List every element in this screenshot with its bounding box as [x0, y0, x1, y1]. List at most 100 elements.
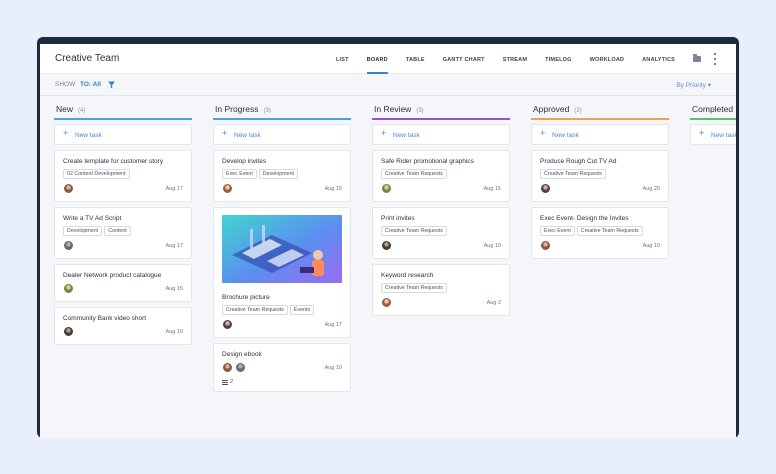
column-color-bar	[531, 118, 669, 120]
task-card[interactable]: Exec Event- Design the Invites Exec Event…	[531, 207, 669, 259]
card-footer: Aug 10	[381, 240, 501, 252]
tag[interactable]: Creative Team Requests	[381, 226, 447, 236]
tag[interactable]: Events	[289, 305, 315, 315]
tab-timelog[interactable]: TIMELOG	[545, 44, 571, 74]
due-date: Aug 15	[483, 186, 501, 192]
plus-icon: +	[699, 128, 705, 138]
avatar	[222, 183, 233, 194]
column-title-text: Completed	[692, 104, 734, 114]
new-task-button[interactable]: + New task	[531, 124, 669, 145]
task-card[interactable]: Safe Rider promotional graphics Creative …	[372, 150, 510, 202]
tag-list: Creative Team Requests	[381, 226, 501, 236]
tag[interactable]: Exec Event	[222, 169, 257, 179]
avatar	[381, 240, 392, 251]
tab-list[interactable]: LIST	[336, 44, 349, 74]
tab-analytics[interactable]: ANALYTICS	[642, 44, 675, 74]
due-date: Aug 15	[165, 286, 183, 292]
tab-workload[interactable]: WORKLOAD	[590, 44, 625, 74]
card-footer: Aug 20	[540, 183, 660, 195]
new-task-label: New task	[711, 132, 736, 139]
avatar	[63, 240, 74, 251]
tab-table[interactable]: TABLE	[406, 44, 425, 74]
column-color-bar	[690, 118, 736, 120]
new-task-button[interactable]: + New task	[372, 124, 510, 145]
tag[interactable]: Creative Team Requests	[222, 305, 288, 315]
column-color-bar	[213, 118, 351, 120]
show-label: SHOW	[55, 81, 76, 88]
subtask-count-value: 2	[230, 379, 234, 385]
column-title-text: In Progress	[215, 104, 259, 114]
avatar	[540, 183, 551, 194]
tab-gantt-chart[interactable]: GANTT CHART	[443, 44, 485, 74]
new-task-button[interactable]: + New task	[213, 124, 351, 145]
tab-stream[interactable]: STREAM	[503, 44, 527, 74]
subtask-list-icon	[222, 379, 228, 385]
top-bar: Creative Team LIST BOARD TABLE GANTT CHA…	[40, 44, 736, 74]
sort-dropdown[interactable]: By Priority ▾	[676, 81, 711, 89]
column-header: Approved (2)	[531, 96, 669, 120]
tag[interactable]: Creative Team Requests	[540, 169, 606, 179]
task-card[interactable]: Print invites Creative Team Requests Aug 1…	[372, 207, 510, 259]
view-tabs: LIST BOARD TABLE GANTT CHART STREAM TIME…	[336, 44, 736, 74]
card-footer: Aug 2	[381, 297, 501, 309]
tag-list: Creative Team Requests	[381, 169, 501, 179]
tag[interactable]: Development	[258, 169, 299, 179]
card-cover-image	[222, 215, 342, 283]
card-title: Write a TV Ad Script	[63, 215, 122, 222]
due-date: Aug 10	[642, 243, 660, 249]
filter-funnel-icon[interactable]	[108, 81, 115, 89]
avatar	[63, 326, 74, 337]
new-task-label: New task	[393, 132, 420, 139]
card-title: Dealer Network product catalogue	[63, 272, 162, 279]
card-footer: Aug 10	[63, 326, 183, 338]
new-task-button[interactable]: + New task	[54, 124, 192, 145]
card-title: Create template for customer story	[63, 158, 164, 165]
card-title: Develop invites	[222, 158, 267, 165]
column-header: In Progress (3)	[213, 96, 351, 120]
tag[interactable]: Exec Event	[540, 226, 575, 236]
card-footer: Aug 10	[222, 362, 342, 374]
task-card[interactable]: Create template for customer story 02 Con…	[54, 150, 192, 202]
tag[interactable]: 02 Content Development	[63, 169, 130, 179]
tag[interactable]: Development	[63, 226, 103, 236]
tag[interactable]: Creative Team Requests	[381, 283, 447, 293]
new-task-button[interactable]: + New task	[690, 124, 736, 145]
project-title: Creative Team	[55, 53, 120, 64]
card-title: Safe Rider promotional graphics	[381, 158, 474, 165]
avatar	[222, 362, 233, 373]
card-footer: Aug 17	[63, 183, 183, 195]
column-title-text: In Review	[374, 104, 412, 114]
board-column: Approved (2) + New task Produce Rough Cut TV…	[531, 96, 669, 259]
column-title: In Progress (3)	[215, 104, 271, 114]
task-card[interactable]: Design ebook Aug 10 2	[213, 343, 351, 392]
subtask-count[interactable]: 2	[222, 379, 342, 385]
task-card[interactable]: Produce Rough Cut TV Ad Creative Team Req…	[531, 150, 669, 202]
board-column: In Progress (3) + New task Develop invites Ex…	[213, 96, 351, 392]
tag[interactable]: Creative Team Requests	[576, 226, 643, 236]
show-filter-value[interactable]: TO: All	[80, 81, 101, 88]
card-footer: Aug 15	[63, 283, 183, 295]
more-options-icon[interactable]	[713, 53, 716, 65]
column-title-text: New	[56, 104, 74, 114]
task-card[interactable]: Write a TV Ad Script Development Content Au…	[54, 207, 192, 259]
tag[interactable]: Creative Team Requests	[381, 169, 447, 179]
tab-board[interactable]: BOARD	[366, 44, 388, 74]
column-header: Completed	[690, 96, 736, 120]
column-title: New (4)	[56, 104, 85, 114]
board-column: Completed + New task	[690, 96, 736, 145]
column-count: (2)	[574, 108, 582, 114]
tag-list: Exec Event Development	[222, 169, 342, 179]
task-card[interactable]: Keyword research Creative Team Requests Au…	[372, 264, 510, 316]
folder-icon[interactable]	[693, 54, 701, 62]
due-date: Aug 17	[324, 322, 342, 328]
task-card[interactable]: Dealer Network product catalogue Aug 15	[54, 264, 192, 302]
column-header: New (4)	[54, 96, 192, 120]
task-card[interactable]: Brochure picture Creative Team Requests Ev…	[213, 207, 351, 338]
tag-list: Creative Team Requests	[381, 283, 501, 293]
card-title: Community Bank video short	[63, 315, 147, 322]
task-card[interactable]: Community Bank video short Aug 10	[54, 307, 192, 345]
column-title: Approved (2)	[533, 104, 582, 114]
column-count: (3)	[263, 108, 271, 114]
task-card[interactable]: Develop invites Exec Event Development Aug …	[213, 150, 351, 202]
tag[interactable]: Content	[104, 226, 131, 236]
